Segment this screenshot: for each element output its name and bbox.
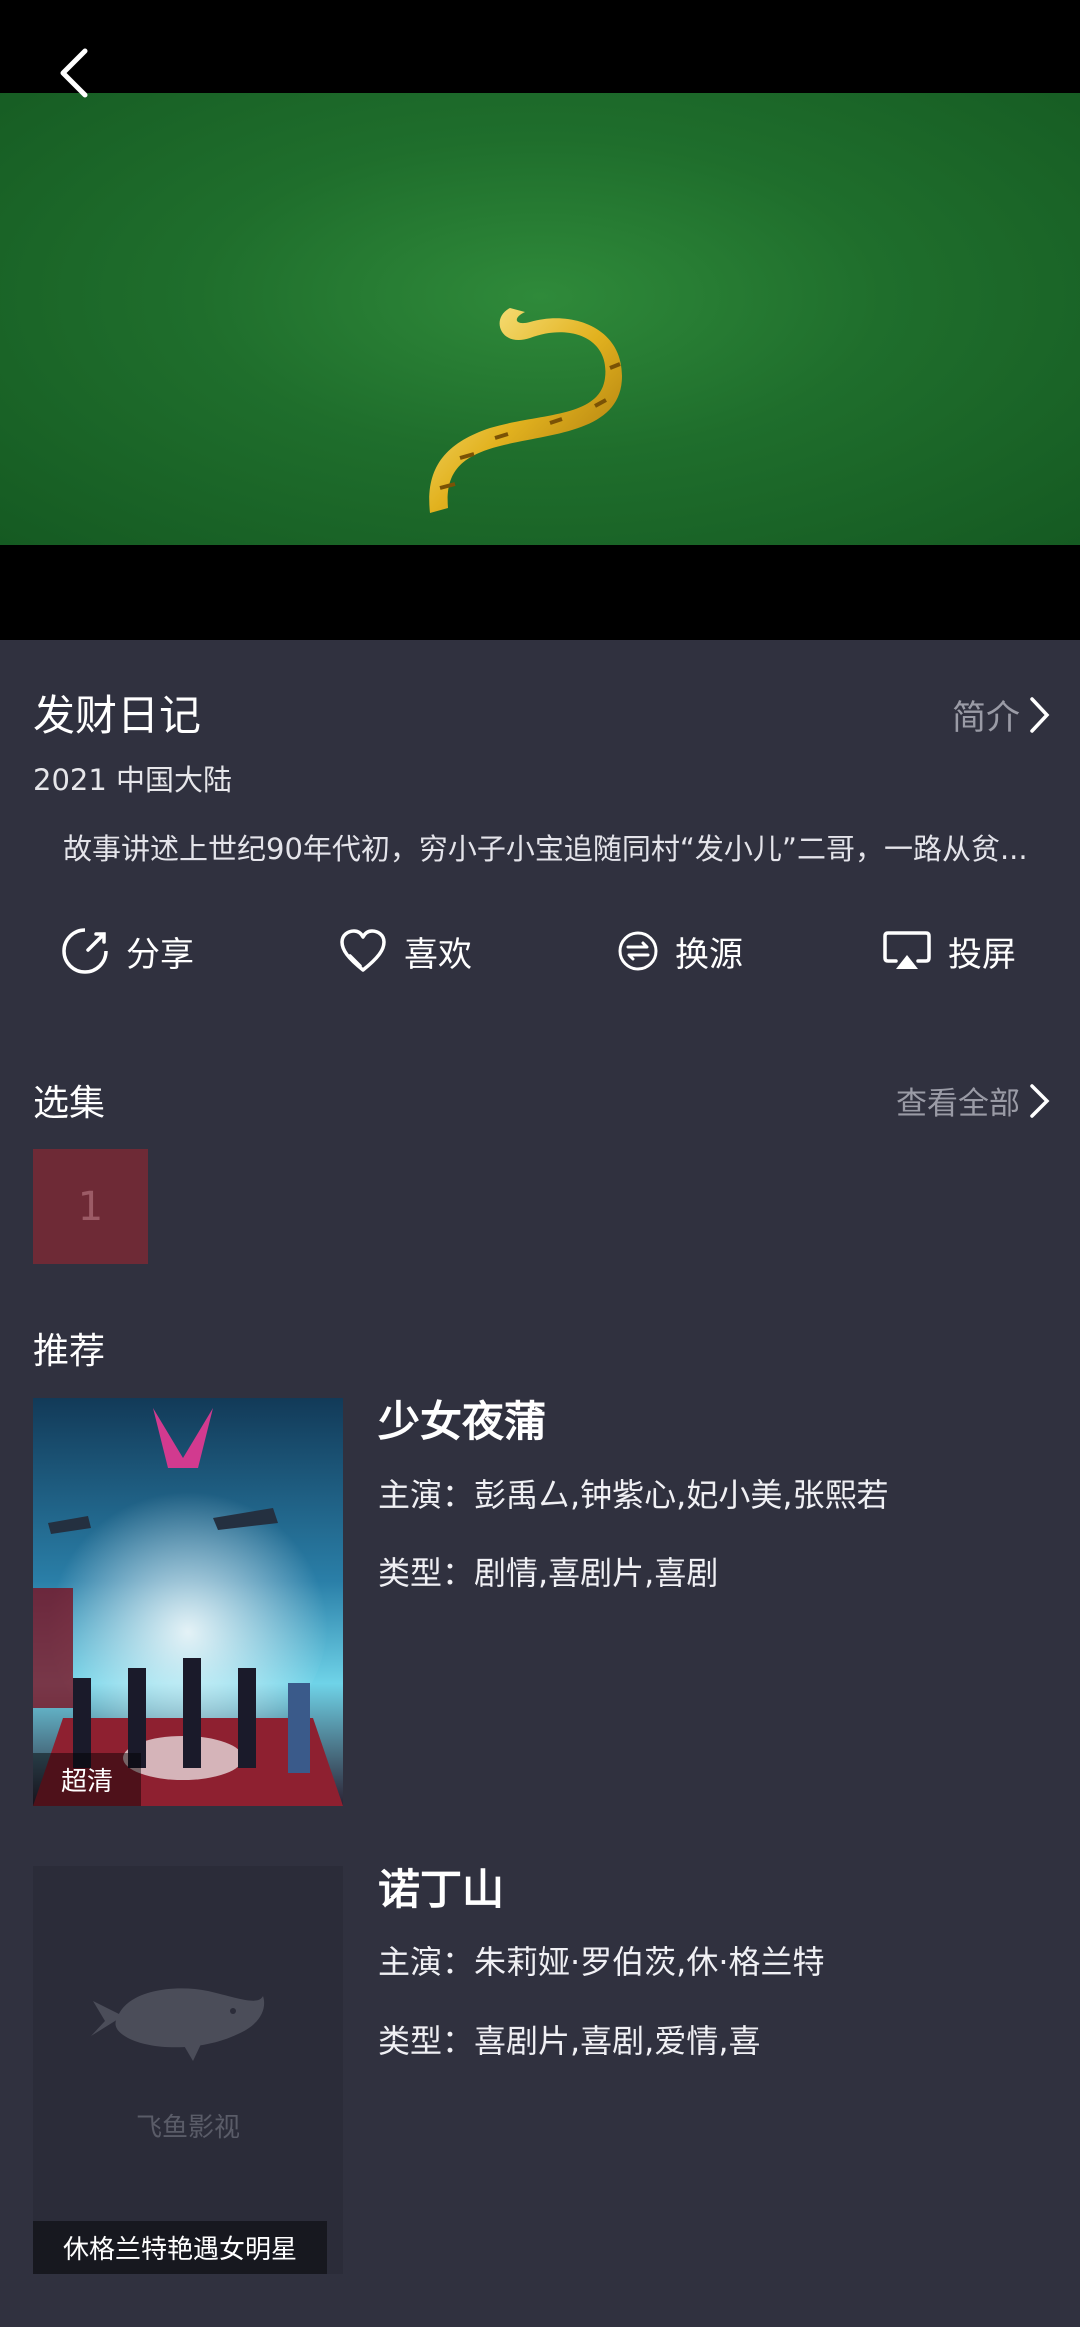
back-button[interactable]: [44, 38, 104, 108]
placeholder-whale-icon: 飞鱼影视: [91, 1988, 265, 2143]
see-all-link[interactable]: 查看全部: [896, 1078, 1052, 1123]
like-label: 喜欢: [404, 934, 472, 975]
chevron-left-icon: [60, 48, 88, 98]
share-button[interactable]: 分享: [60, 916, 194, 986]
episodes-title: 选集: [33, 1083, 106, 1124]
cast-button[interactable]: 投屏: [882, 916, 1016, 986]
share-icon: [62, 928, 108, 974]
video-frame[interactable]: [0, 93, 1080, 545]
recommend-title-2[interactable]: 诺丁山: [378, 1856, 504, 1917]
recommend-title: 推荐: [33, 1331, 106, 1372]
episode-button-1[interactable]: 1: [33, 1149, 148, 1264]
recommend-genre-2: 类型：喜剧片,喜剧,爱情,喜: [378, 2022, 761, 2060]
subtitle-badge: 休格兰特艳遇女明星: [33, 2221, 328, 2274]
quality-badge: 超清: [33, 1753, 142, 1806]
recommend-poster-1[interactable]: 超清: [33, 1398, 343, 1806]
video-player[interactable]: [0, 0, 1080, 640]
recommend-poster-2[interactable]: 飞鱼影视 休格兰特艳遇女明星: [33, 1866, 343, 2274]
like-button[interactable]: 喜欢: [338, 916, 472, 986]
intro-label: 简介: [952, 698, 1020, 738]
poster-image: [33, 1398, 343, 1806]
action-bar: 分享 喜欢 换源 投屏: [0, 916, 1080, 986]
placeholder-watermark: 飞鱼影视: [136, 2113, 240, 2143]
cast-label: 投屏: [948, 934, 1016, 975]
switch-source-label: 换源: [675, 934, 743, 975]
see-all-label: 查看全部: [896, 1086, 1020, 1122]
movie-meta: 2021 中国大陆: [33, 763, 233, 797]
heart-icon: [340, 929, 386, 972]
chevron-right-icon: [1030, 696, 1050, 733]
movie-title: 发财日记: [33, 691, 202, 740]
recommend-cast-1: 主演：彭禹厶,钟紫心,妃小美,张熙若: [378, 1476, 889, 1514]
chevron-right-icon: [1030, 1083, 1050, 1118]
recommend-genre-1: 类型：剧情,喜剧片,喜剧: [378, 1554, 719, 1592]
switch-source-button[interactable]: 换源: [617, 916, 743, 986]
intro-link[interactable]: 简介: [952, 690, 1052, 739]
film-ribbon-image: [429, 308, 622, 513]
switch-source-icon: [618, 931, 658, 971]
share-label: 分享: [126, 934, 194, 975]
cast-icon: [883, 931, 931, 969]
recommend-cast-2: 主演：朱莉娅·罗伯茨,休·格兰特: [378, 1943, 825, 1981]
movie-description[interactable]: 故事讲述上世纪90年代初，穷小子小宝追随同村“发小儿”二哥，一路从贫...: [63, 826, 1053, 868]
recommend-title-1[interactable]: 少女夜蒲: [378, 1388, 546, 1449]
